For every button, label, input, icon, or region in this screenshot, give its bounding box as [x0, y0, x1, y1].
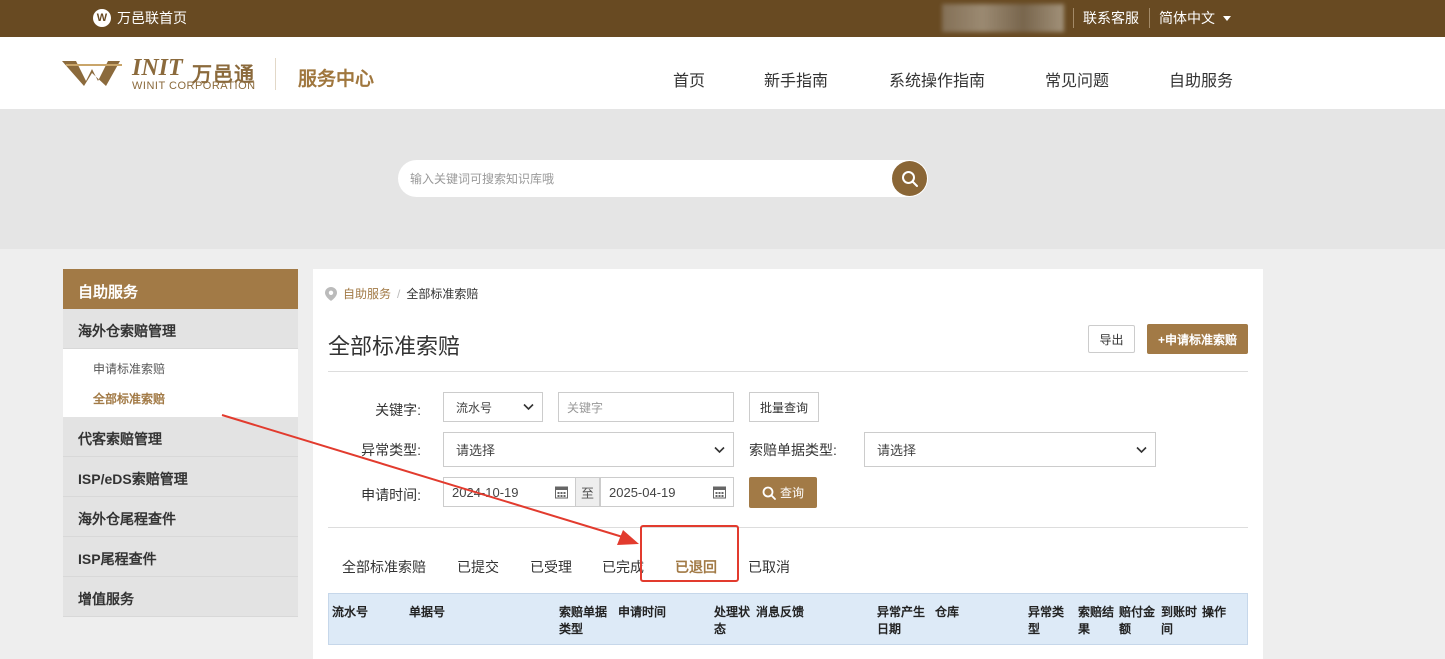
col-claim-result: 索赔结 果: [1078, 605, 1115, 636]
brand-en: WINIT CORPORATION: [132, 80, 256, 92]
col-exception-date: 异常产生 日期: [877, 605, 926, 636]
nav-system-guide[interactable]: 系统操作指南: [889, 67, 985, 91]
divider: [1149, 8, 1150, 28]
sidebar: 自助服务 海外仓索赔管理 申请标准索赔 全部标准索赔 代客索赔管理 ISP/eD…: [63, 269, 298, 617]
main-panel: 自助服务 / 全部标准索赔 全部标准索赔 导出 +申请标准索赔 关键字: 流水号…: [313, 269, 1263, 659]
top-bar: W 万邑联首页 联系客服 简体中文: [0, 0, 1445, 37]
divider: [328, 527, 1248, 528]
search-button[interactable]: [892, 161, 927, 196]
winit-brand-logo[interactable]: INIT 万邑通 WINIT CORPORATION: [62, 55, 262, 97]
breadcrumb: 自助服务 / 全部标准索赔: [325, 285, 478, 302]
tab-accepted[interactable]: 已受理: [530, 557, 572, 577]
date-to-value: 2025-04-19: [609, 484, 676, 500]
col-document-no: 单据号: [409, 605, 446, 619]
sidebar-item-isp-eds-claims[interactable]: ISP/eDS索赔管理: [63, 457, 298, 497]
sidebar-item-isp-tracking[interactable]: ISP尾程查件: [63, 537, 298, 577]
date-range-separator: 至: [575, 477, 600, 507]
sidebar-submenu: 申请标准索赔 全部标准索赔: [63, 349, 298, 417]
batch-query-button[interactable]: 批量查询: [749, 392, 819, 422]
sidebar-item-all-claims[interactable]: 全部标准索赔: [63, 383, 298, 413]
calendar-icon: [713, 486, 726, 499]
home-link-label: 万邑联首页: [117, 10, 187, 26]
col-serial-no: 流水号: [332, 605, 369, 619]
exception-type-label: 异常类型:: [361, 442, 421, 458]
chevron-down-icon: [714, 446, 725, 453]
exception-type-select[interactable]: 请选择: [443, 432, 734, 467]
language-label: 简体中文: [1159, 10, 1215, 26]
sidebar-item-overseas-claims[interactable]: 海外仓索赔管理: [63, 309, 298, 349]
col-claim-doc-type: 索赔单据 类型: [559, 605, 608, 636]
col-compensation: 赔付金 额: [1119, 605, 1156, 636]
tab-all[interactable]: 全部标准索赔: [342, 557, 426, 577]
nav-home[interactable]: 首页: [673, 67, 705, 91]
search-input[interactable]: [410, 160, 880, 197]
exception-type-value: 请选择: [456, 443, 496, 458]
location-pin-icon: [325, 286, 337, 301]
language-selector[interactable]: 简体中文: [1159, 8, 1231, 28]
keyword-label: 关键字:: [375, 402, 421, 418]
sidebar-item-overseas-tracking[interactable]: 海外仓尾程查件: [63, 497, 298, 537]
sidebar-item-apply-claim[interactable]: 申请标准索赔: [63, 353, 298, 383]
keyword-placeholder: 关键字: [567, 400, 604, 415]
search-icon: [762, 486, 776, 500]
date-from-input[interactable]: 2024-10-19: [443, 477, 576, 507]
calendar-icon: [555, 486, 568, 499]
nav-self-service[interactable]: 自助服务: [1169, 67, 1233, 91]
tab-cancelled[interactable]: 已取消: [748, 557, 790, 577]
keyword-type-value: 流水号: [456, 400, 493, 415]
breadcrumb-separator: /: [397, 286, 401, 301]
winit-w-logo-icon: [62, 61, 122, 86]
divider: [1073, 8, 1074, 28]
doc-type-label: 索赔单据类型:: [749, 442, 837, 458]
brand-int: INIT: [132, 55, 183, 81]
sidebar-item-value-added[interactable]: 增值服务: [63, 577, 298, 617]
tab-completed[interactable]: 已完成: [602, 557, 644, 577]
date-from-value: 2024-10-19: [452, 484, 519, 500]
home-link[interactable]: W 万邑联首页: [93, 8, 187, 28]
service-center-title: 服务中心: [298, 69, 375, 90]
doc-type-select[interactable]: 请选择: [864, 432, 1156, 467]
col-arrival-time: 到账时 间: [1161, 605, 1198, 636]
keyword-type-select[interactable]: 流水号: [443, 392, 543, 422]
page-title: 全部标准索赔: [328, 334, 461, 359]
divider: [328, 371, 1248, 372]
chevron-down-icon: [1136, 446, 1147, 453]
nav-beginner-guide[interactable]: 新手指南: [764, 67, 828, 91]
winit-logo-icon: W: [93, 9, 111, 27]
knowledge-search: [398, 160, 928, 197]
site-header: INIT 万邑通 WINIT CORPORATION 服务中心 首页 新手指南 …: [0, 37, 1445, 109]
query-button[interactable]: 查询: [749, 477, 817, 508]
sidebar-item-agent-claims[interactable]: 代客索赔管理: [63, 417, 298, 457]
keyword-input[interactable]: 关键字: [558, 392, 734, 422]
annotation-highlight-box: [640, 525, 739, 582]
divider: [275, 58, 276, 90]
add-claim-button[interactable]: +申请标准索赔: [1147, 324, 1248, 354]
chevron-down-icon: [523, 403, 534, 411]
caret-down-icon: [1222, 16, 1231, 22]
doc-type-value: 请选择: [877, 443, 917, 458]
date-to-input[interactable]: 2025-04-19: [600, 477, 734, 507]
apply-date-label: 申请时间:: [361, 487, 421, 503]
col-status: 处理状 态: [714, 605, 751, 636]
export-button[interactable]: 导出: [1088, 325, 1135, 353]
sidebar-header: 自助服务: [63, 269, 298, 309]
query-button-label: 查询: [779, 486, 804, 500]
col-apply-time: 申请时间: [618, 605, 667, 619]
col-exception-type: 异常类 型: [1028, 605, 1065, 636]
col-feedback: 消息反馈: [756, 605, 805, 619]
nav-faq[interactable]: 常见问题: [1045, 67, 1109, 91]
redacted-user-info: [942, 4, 1064, 32]
claims-table-header: 流水号 单据号 索赔单据 类型 申请时间 处理状 态 消息反馈 异常产生 日期 …: [328, 593, 1248, 645]
contact-support-link[interactable]: 联系客服: [1083, 8, 1139, 28]
breadcrumb-current: 全部标准索赔: [406, 287, 479, 301]
col-actions: 操作: [1202, 605, 1227, 619]
search-icon: [901, 170, 918, 187]
search-banner: [0, 109, 1445, 249]
col-warehouse: 仓库: [935, 605, 960, 619]
breadcrumb-parent[interactable]: 自助服务: [343, 285, 391, 302]
tab-submitted[interactable]: 已提交: [457, 557, 499, 577]
